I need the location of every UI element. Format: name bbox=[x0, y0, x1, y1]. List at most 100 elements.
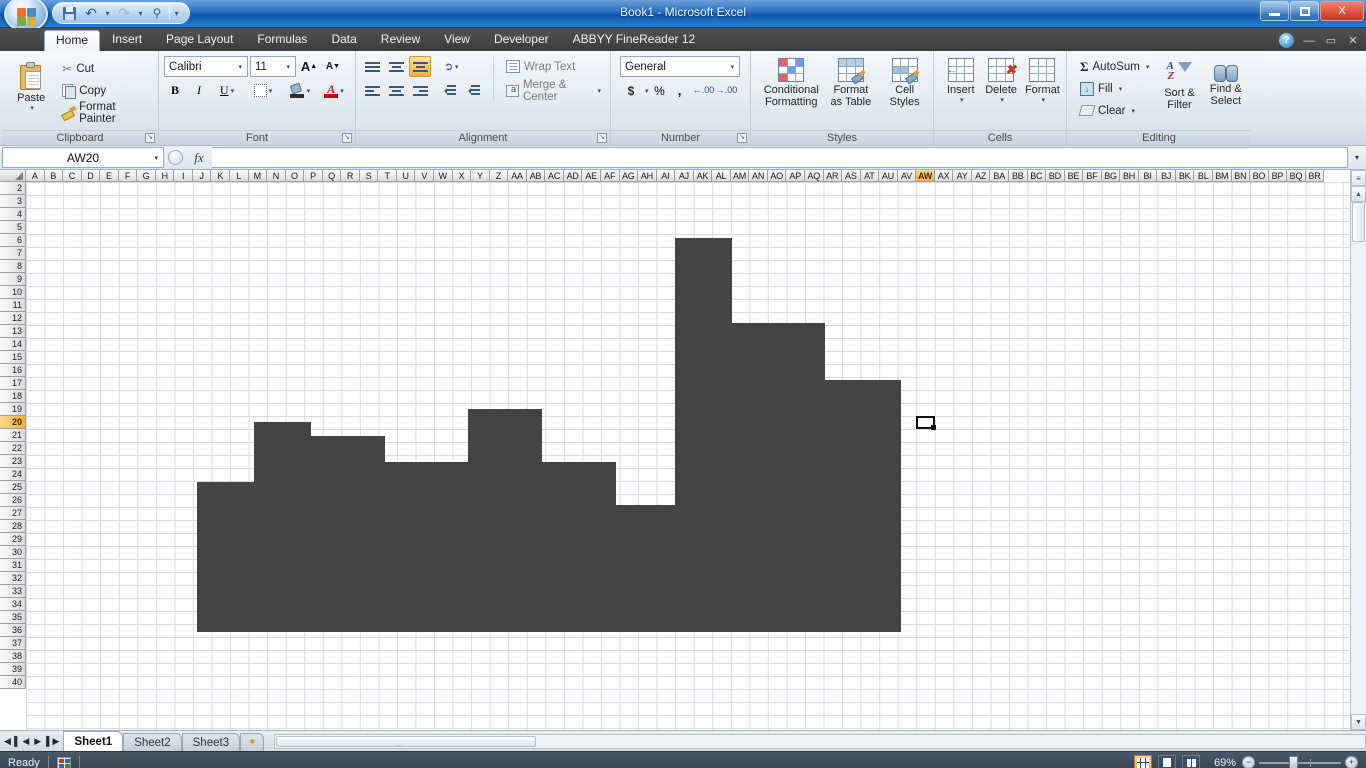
delete-cells-dropdown-arrow[interactable]: ▾ bbox=[1000, 96, 1004, 104]
row-header-36[interactable]: 36 bbox=[0, 624, 26, 637]
row-header-5[interactable]: 5 bbox=[0, 221, 26, 234]
row-header-22[interactable]: 22 bbox=[0, 442, 26, 455]
scroll-up-button[interactable]: ≡ bbox=[1351, 170, 1366, 186]
orientation-button[interactable]: ➲ ▾ bbox=[436, 56, 466, 77]
sort-filter-button[interactable]: AZ Sort & Filter bbox=[1158, 59, 1200, 113]
row-header-13[interactable]: 13 bbox=[0, 325, 26, 338]
zoom-slider[interactable]: − + bbox=[1242, 755, 1358, 768]
help-icon[interactable]: ? bbox=[1279, 33, 1294, 48]
zoom-track[interactable] bbox=[1259, 755, 1341, 768]
row-header-8[interactable]: 8 bbox=[0, 260, 26, 273]
grow-font-button[interactable]: A ▲ bbox=[298, 56, 320, 77]
number-dialog-launcher[interactable]: ↘ bbox=[737, 133, 747, 143]
format-painter-button[interactable]: Format Painter bbox=[59, 101, 154, 125]
column-header-J[interactable]: J bbox=[192, 170, 212, 182]
column-header-AH[interactable]: AH bbox=[638, 170, 657, 182]
sheet-tab-sheet3[interactable]: Sheet3 bbox=[181, 733, 241, 751]
tab-insert[interactable]: Insert bbox=[100, 29, 154, 51]
zoom-level[interactable]: 69% bbox=[1206, 757, 1236, 768]
horizontal-scrollbar[interactable]: … bbox=[274, 733, 1366, 749]
underline-button[interactable]: U ▾ bbox=[212, 80, 242, 101]
row-header-15[interactable]: 15 bbox=[0, 351, 26, 364]
column-header-P[interactable]: P bbox=[304, 170, 323, 182]
borders-dropdown-arrow[interactable]: ▾ bbox=[269, 87, 273, 95]
column-header-BN[interactable]: BN bbox=[1231, 170, 1251, 182]
fill-dropdown-arrow[interactable]: ▾ bbox=[1119, 85, 1123, 93]
decrease-indent-button[interactable] bbox=[437, 80, 459, 101]
close-button[interactable]: X bbox=[1320, 1, 1364, 21]
column-header-AY[interactable]: AY bbox=[953, 170, 972, 182]
row-header-39[interactable]: 39 bbox=[0, 663, 26, 676]
align-left-button[interactable] bbox=[361, 80, 383, 101]
column-header-K[interactable]: K bbox=[211, 170, 231, 182]
row-header-6[interactable]: 6 bbox=[0, 234, 26, 247]
column-header-AQ[interactable]: AQ bbox=[804, 170, 824, 182]
column-header-BD[interactable]: BD bbox=[1046, 170, 1065, 182]
conditional-formatting-button[interactable]: Conditional Formatting bbox=[761, 56, 822, 110]
column-header-AO[interactable]: AO bbox=[767, 170, 787, 182]
column-header-AI[interactable]: AI bbox=[656, 170, 676, 182]
column-header-S[interactable]: S bbox=[359, 170, 379, 182]
column-header-A[interactable]: A bbox=[26, 170, 45, 182]
next-sheet-icon[interactable]: ▶ bbox=[34, 736, 41, 747]
column-header-BQ[interactable]: BQ bbox=[1287, 170, 1306, 182]
column-header-AJ[interactable]: AJ bbox=[675, 170, 694, 182]
clipboard-dialog-launcher[interactable]: ↘ bbox=[145, 133, 155, 143]
column-header-BO[interactable]: BO bbox=[1250, 170, 1269, 182]
last-sheet-icon[interactable]: ▌▶ bbox=[46, 736, 59, 747]
row-header-24[interactable]: 24 bbox=[0, 468, 26, 481]
scroll-down-arrow[interactable]: ▼ bbox=[1351, 714, 1366, 730]
middle-align-button[interactable] bbox=[385, 56, 407, 77]
formula-input[interactable] bbox=[212, 147, 1348, 168]
cell-styles-button[interactable]: Cell Styles bbox=[880, 56, 929, 110]
tab-data[interactable]: Data bbox=[319, 29, 368, 51]
column-header-BJ[interactable]: BJ bbox=[1157, 170, 1176, 182]
row-header-19[interactable]: 19 bbox=[0, 403, 26, 416]
vertical-scroll-track[interactable] bbox=[1351, 242, 1366, 714]
vertical-scrollbar[interactable]: ≡ ▲ ▼ bbox=[1350, 170, 1366, 730]
column-header-V[interactable]: V bbox=[415, 170, 435, 182]
redo-dropdown-arrow[interactable]: ▾ bbox=[136, 9, 145, 18]
column-header-U[interactable]: U bbox=[396, 170, 416, 182]
column-header-AA[interactable]: AA bbox=[508, 170, 527, 182]
vertical-scroll-thumb[interactable] bbox=[1352, 202, 1365, 242]
comma-format-button[interactable]: , bbox=[671, 80, 689, 101]
fill-color-dropdown-arrow[interactable]: ▾ bbox=[307, 87, 311, 95]
row-header-7[interactable]: 7 bbox=[0, 247, 26, 260]
row-header-11[interactable]: 11 bbox=[0, 299, 26, 312]
name-box-dropdown-arrow[interactable]: ▾ bbox=[154, 154, 158, 162]
insert-cells-button[interactable]: ← Insert ▾ bbox=[942, 56, 979, 106]
font-name-input[interactable]: Calibri ▾ bbox=[164, 56, 248, 77]
font-color-dropdown-arrow[interactable]: ▾ bbox=[340, 87, 344, 95]
font-name-dropdown-arrow[interactable]: ▾ bbox=[235, 63, 245, 71]
shrink-font-button[interactable]: A ▼ bbox=[322, 56, 344, 77]
undo-button[interactable]: ↶ bbox=[81, 4, 101, 23]
column-header-AX[interactable]: AX bbox=[934, 170, 954, 182]
align-right-button[interactable] bbox=[409, 80, 431, 101]
tab-review[interactable]: Review bbox=[369, 29, 432, 51]
restore-button[interactable] bbox=[1290, 1, 1319, 21]
bold-button[interactable]: B bbox=[164, 80, 186, 101]
top-align-button[interactable] bbox=[361, 56, 383, 77]
first-sheet-icon[interactable]: ◀▐ bbox=[4, 736, 17, 747]
font-dialog-launcher[interactable]: ↘ bbox=[342, 133, 352, 143]
row-header-30[interactable]: 30 bbox=[0, 546, 26, 559]
row-header-16[interactable]: 16 bbox=[0, 364, 26, 377]
paste-button[interactable]: Paste ▾ bbox=[7, 60, 55, 114]
print-preview-button[interactable]: ⚲ bbox=[147, 4, 167, 23]
sheet-tab-sheet1[interactable]: Sheet1 bbox=[63, 731, 124, 751]
record-macro-icon[interactable] bbox=[56, 756, 71, 768]
find-select-button[interactable]: Find & Select bbox=[1205, 59, 1247, 109]
column-header-AS[interactable]: AS bbox=[842, 170, 861, 182]
prev-sheet-icon[interactable]: ◀ bbox=[22, 736, 29, 747]
cut-button[interactable]: ✂ Cut bbox=[59, 58, 154, 79]
wrap-text-button[interactable]: Wrap Text bbox=[503, 56, 606, 77]
column-header-AT[interactable]: AT bbox=[860, 170, 880, 182]
underline-dropdown-arrow[interactable]: ▾ bbox=[231, 87, 235, 95]
zoom-handle[interactable] bbox=[1289, 755, 1298, 768]
row-header-27[interactable]: 27 bbox=[0, 507, 26, 520]
percent-format-button[interactable]: % bbox=[650, 80, 670, 101]
row-header-31[interactable]: 31 bbox=[0, 559, 26, 572]
font-color-button[interactable]: A ▾ bbox=[318, 80, 350, 101]
fill-button[interactable]: ↓ Fill ▾ bbox=[1077, 78, 1154, 99]
